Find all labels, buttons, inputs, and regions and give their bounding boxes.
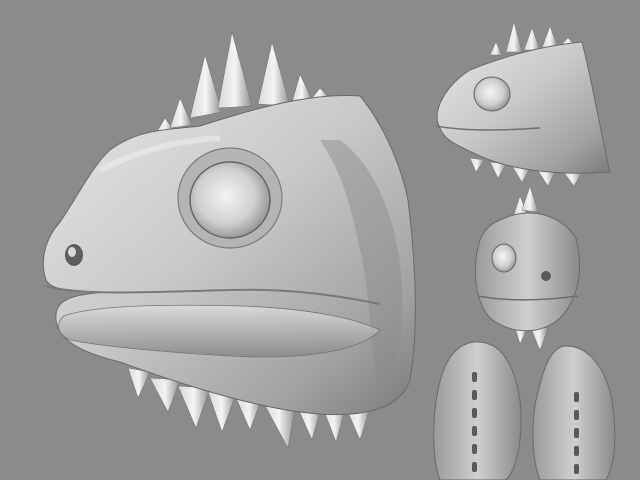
bottom-head-shape	[433, 341, 522, 480]
top-head-shape	[532, 345, 616, 480]
nostril-highlight	[68, 247, 76, 257]
front-head-shape	[474, 212, 580, 332]
eye-icon	[189, 161, 271, 239]
front-three-quarter-view	[474, 185, 580, 351]
main-three-quarter-view	[42, 31, 416, 449]
bottom-view	[433, 341, 522, 480]
profile-head-shape	[436, 41, 611, 174]
head-shape	[42, 94, 416, 416]
render-viewport	[0, 0, 640, 480]
top-view	[532, 345, 616, 480]
profile-eye-icon	[473, 76, 511, 112]
front-eye-icon	[491, 243, 517, 273]
front-nostril-icon	[541, 271, 551, 281]
side-profile-view	[435, 21, 611, 187]
lizard-head-renders	[42, 21, 616, 480]
